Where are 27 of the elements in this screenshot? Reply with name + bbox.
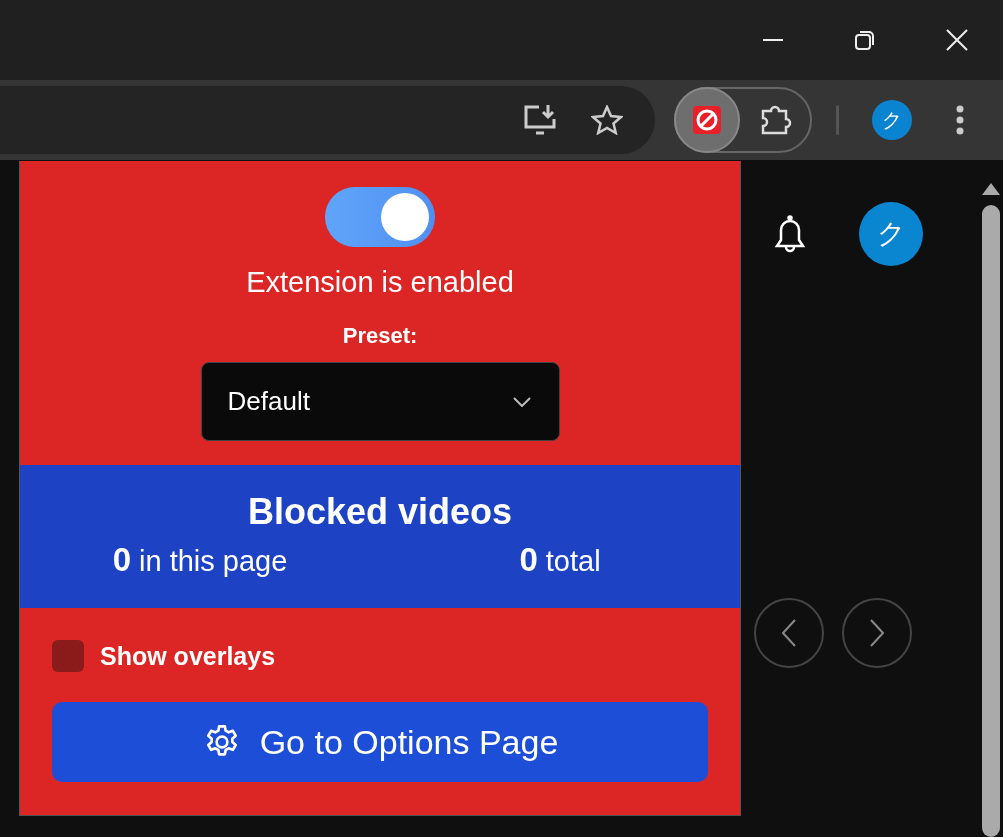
profile-avatar[interactable]: ク bbox=[872, 100, 912, 140]
overlays-checkbox[interactable] bbox=[52, 640, 84, 672]
options-button[interactable]: Go to Options Page bbox=[52, 702, 708, 782]
blocked-videos-title: Blocked videos bbox=[247, 491, 513, 533]
enable-toggle[interactable] bbox=[325, 187, 435, 247]
restore-icon[interactable] bbox=[854, 29, 876, 51]
puzzle-icon[interactable] bbox=[760, 104, 792, 136]
star-icon[interactable] bbox=[591, 105, 623, 135]
stat-label: total bbox=[545, 545, 601, 578]
bell-icon[interactable] bbox=[773, 214, 807, 254]
close-icon[interactable] bbox=[946, 29, 968, 51]
chevron-left-icon bbox=[782, 619, 796, 647]
block-icon bbox=[693, 106, 721, 134]
user-avatar[interactable]: ク bbox=[859, 202, 923, 266]
stat-count: 0 bbox=[112, 541, 131, 579]
chevron-down-icon bbox=[512, 396, 531, 407]
chevron-right-icon bbox=[870, 619, 884, 647]
scrollbar-thumb[interactable] bbox=[982, 204, 1000, 837]
status-text: Extension is enabled bbox=[246, 266, 514, 299]
install-icon[interactable] bbox=[523, 103, 557, 137]
menu-icon[interactable] bbox=[955, 105, 965, 135]
stat-count: 0 bbox=[519, 541, 538, 579]
overlays-label: Show overlays bbox=[100, 641, 276, 671]
stat-label: in this page bbox=[139, 545, 288, 578]
preset-dropdown[interactable]: Default bbox=[200, 362, 560, 441]
scroll-up-icon[interactable] bbox=[982, 183, 1000, 195]
preset-label: Preset: bbox=[342, 323, 418, 349]
